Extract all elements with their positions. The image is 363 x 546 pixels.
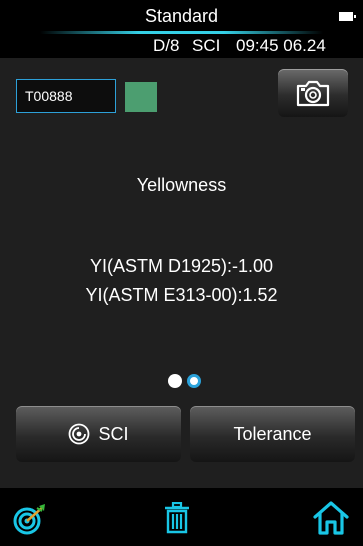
home-icon xyxy=(313,501,349,535)
sample-id-field[interactable]: T00888 xyxy=(16,79,116,113)
tolerance-button[interactable]: Tolerance xyxy=(190,406,355,462)
battery-icon xyxy=(339,12,356,21)
trash-icon xyxy=(165,501,189,534)
page-dot-2-active[interactable] xyxy=(187,374,201,388)
title-underline xyxy=(40,31,323,34)
sci-button[interactable]: SCI xyxy=(16,406,181,462)
bottom-toolbar xyxy=(0,488,363,546)
geometry-label: D/8 xyxy=(153,36,180,55)
camera-icon xyxy=(296,80,330,107)
lens-icon xyxy=(68,423,90,445)
color-swatch xyxy=(125,82,157,112)
camera-button[interactable] xyxy=(278,69,348,117)
app-screen: Standard D/8 SCI 09:45 06.24 T00888 Yell… xyxy=(0,0,363,546)
yi-e313-value: YI(ASTM E313-00):1.52 xyxy=(85,285,278,305)
mode-label: SCI xyxy=(192,36,221,55)
home-button[interactable] xyxy=(312,500,350,536)
tolerance-button-label: Tolerance xyxy=(233,423,312,444)
result-title: Yellowness xyxy=(136,175,227,195)
target-icon xyxy=(13,504,45,535)
page-title: Standard xyxy=(144,6,219,26)
status-bar: Standard D/8 SCI 09:45 06.24 xyxy=(0,0,363,58)
page-dot-1[interactable] xyxy=(168,374,182,388)
yi-d1925-value: YI(ASTM D1925):-1.00 xyxy=(89,256,274,276)
target-button[interactable] xyxy=(12,502,48,536)
sci-button-label: SCI xyxy=(98,423,129,444)
clock-label: 09:45 06.24 xyxy=(236,36,326,55)
delete-button[interactable] xyxy=(163,501,191,534)
